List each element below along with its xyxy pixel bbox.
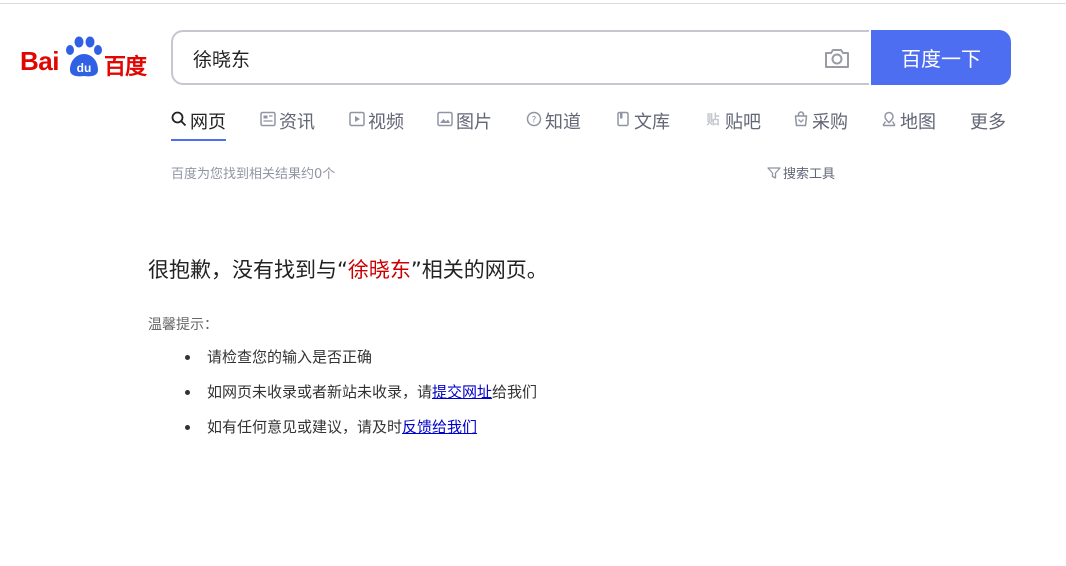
question-icon: ?	[526, 111, 542, 127]
tab-label: 贴吧	[725, 112, 761, 133]
image-icon	[437, 111, 453, 127]
hint-list: 请检查您的输入是否正确 如网页未收录或者新站未收录，请提交网址给我们 如有任何意…	[148, 344, 537, 449]
logo-paw-text: du	[77, 61, 92, 75]
svg-text:?: ?	[532, 116, 537, 126]
submit-url-link[interactable]: 提交网址	[432, 383, 492, 401]
search-tools-button[interactable]: 搜索工具	[767, 163, 835, 182]
tab-video[interactable]: 视频	[349, 108, 404, 144]
tab-label: 网页	[190, 112, 226, 133]
search-input[interactable]	[191, 32, 815, 85]
tab-images[interactable]: 图片	[437, 108, 492, 144]
tab-label: 知道	[545, 112, 581, 133]
tab-label: 图片	[456, 112, 492, 133]
logo-text-bai: Bai	[20, 46, 59, 76]
hint-item-feedback: 如有任何意见或建议，请及时反馈给我们	[148, 414, 537, 449]
document-icon	[617, 111, 629, 127]
tab-news[interactable]: 资讯	[260, 108, 315, 144]
tab-label: 资讯	[279, 112, 315, 133]
svg-text:贴: 贴	[706, 112, 719, 127]
news-icon	[260, 111, 276, 127]
search-tabs: 网页 资讯 视频 图片 ? 知道 文库 贴 贴吧 采购 地图 更多	[171, 108, 1051, 144]
logo-text-baidu-cn: 百度	[104, 55, 147, 80]
search-box	[171, 30, 869, 85]
tab-web[interactable]: 网页	[171, 108, 226, 144]
paw-logo-icon: du	[66, 36, 102, 77]
tab-more[interactable]: 更多	[970, 108, 1006, 144]
hint-text: 请检查您的输入是否正确	[207, 348, 373, 366]
no-results-suffix: ”相关的网页。	[410, 258, 548, 282]
tab-caigou[interactable]: 采购	[793, 108, 848, 144]
search-tools-label: 搜索工具	[783, 167, 836, 182]
hint-title: 温馨提示：	[148, 317, 218, 333]
hint-text: 如有任何意见或建议，请及时	[207, 418, 403, 436]
tieba-icon: 贴	[706, 112, 719, 127]
result-count: 百度为您找到相关结果约0个	[171, 167, 336, 182]
no-results-prefix: 很抱歉，没有找到与“	[148, 258, 348, 282]
search-form: 百度一下	[171, 30, 1011, 85]
tab-label: 地图	[900, 112, 936, 133]
no-results-message: 很抱歉，没有找到与“徐晓东”相关的网页。	[148, 254, 548, 284]
tab-label: 视频	[368, 112, 404, 133]
map-icon	[882, 111, 896, 127]
hint-item-submit-url: 如网页未收录或者新站未收录，请提交网址给我们	[148, 379, 537, 414]
hint-item-check-input: 请检查您的输入是否正确	[148, 344, 537, 379]
shopping-bag-icon	[794, 111, 808, 127]
feedback-link[interactable]: 反馈给我们	[402, 418, 477, 436]
tab-label: 采购	[812, 112, 848, 133]
tab-map[interactable]: 地图	[881, 108, 936, 144]
no-results-query: 徐晓东	[347, 258, 411, 282]
baidu-logo[interactable]: Bai du 百度	[20, 34, 150, 80]
hint-text: 给我们	[492, 383, 538, 401]
hint-text: 如网页未收录或者新站未收录，请	[207, 383, 433, 401]
top-border	[0, 3, 1066, 4]
filter-icon	[767, 166, 781, 179]
search-button[interactable]: 百度一下	[871, 30, 1011, 85]
tab-zhidao[interactable]: ? 知道	[526, 108, 581, 144]
tab-tieba[interactable]: 贴 贴吧	[704, 108, 761, 144]
tab-wenku[interactable]: 文库	[615, 108, 670, 144]
camera-icon[interactable]	[823, 46, 851, 70]
search-icon	[171, 111, 187, 127]
tab-label: 文库	[634, 112, 670, 133]
tab-label: 更多	[970, 112, 1006, 133]
video-icon	[349, 111, 365, 127]
